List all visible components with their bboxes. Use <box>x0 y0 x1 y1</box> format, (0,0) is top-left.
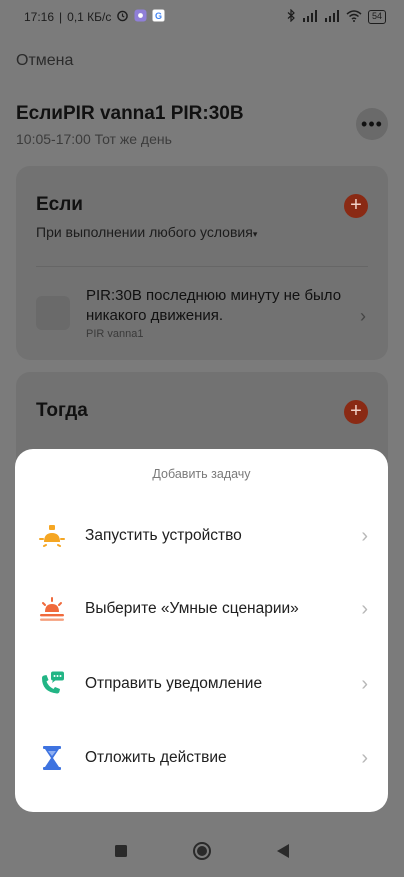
network-speed: 0,1 КБ/с <box>67 10 112 24</box>
app-notification-icon <box>134 9 147 25</box>
condition-device-text[interactable]: PIR:30B последнюю минуту не было никаког… <box>86 286 346 326</box>
wifi-icon <box>346 9 362 25</box>
back-icon[interactable] <box>276 843 290 864</box>
then-heading: Тогда <box>36 400 88 421</box>
bulb-icon <box>37 521 67 551</box>
alarm-icon <box>116 9 129 25</box>
condition-mode-label: При выполнении любого условия <box>36 224 253 240</box>
home-icon[interactable] <box>192 841 212 866</box>
sheet-item-label: Выберите «Умные сценарии» <box>85 600 299 617</box>
chevron-right-icon: › <box>361 672 368 695</box>
sheet-item-delay-action[interactable]: Отложить действие › <box>15 726 388 790</box>
status-bar: 17:16 | 0,1 КБ/с G 54 <box>0 0 404 34</box>
recents-icon[interactable] <box>114 844 128 863</box>
add-condition-button[interactable]: + <box>344 194 368 218</box>
signal-icon <box>324 9 340 25</box>
hourglass-icon <box>37 743 67 773</box>
google-icon: G <box>152 9 166 25</box>
condition-mode-dropdown[interactable]: При выполнении любого условия▾ <box>36 224 257 240</box>
sheet-item-label: Отправить уведомление <box>85 675 263 692</box>
signal-icon <box>302 9 318 25</box>
more-icon[interactable]: ••• <box>356 108 388 140</box>
chevron-right-icon: › <box>361 524 368 547</box>
scene-time-range: 10:05-17:00 Тот же день <box>16 131 172 147</box>
chevron-right-icon: › <box>361 597 368 620</box>
battery-indicator: 54 <box>367 10 386 24</box>
motion-sensor-icon <box>36 296 70 330</box>
bluetooth-icon <box>287 8 296 25</box>
sheet-item-label: Отложить действие <box>85 749 227 766</box>
sheet-item-label: Запустить устройство <box>85 527 242 544</box>
cancel-button[interactable]: Отмена <box>16 52 73 69</box>
sunrise-icon <box>37 594 67 624</box>
sheet-item-send-notification[interactable]: Отправить уведомление › <box>15 652 388 716</box>
condition-device-name: PIR vanna1 <box>86 328 144 340</box>
if-heading: Если <box>36 194 83 215</box>
chevron-right-icon[interactable]: › <box>360 306 366 327</box>
sheet-title: Добавить задачу <box>152 467 251 481</box>
scene-title: ЕслиPIR vanna1 PIR:30B <box>16 103 244 124</box>
scene-header: ЕслиPIR vanna1 PIR:30B 10:05-17:00 Тот ж… <box>16 103 388 147</box>
phone-message-icon <box>37 669 67 699</box>
add-task-sheet: Добавить задачу Запустить устройство › В… <box>15 449 388 812</box>
divider <box>36 266 368 267</box>
if-card: Если + При выполнении любого условия▾ PI… <box>16 166 388 360</box>
chevron-down-icon: ▾ <box>252 229 258 239</box>
sheet-item-start-device[interactable]: Запустить устройство › <box>15 504 388 568</box>
svg-text:G: G <box>155 11 162 21</box>
sheet-item-smart-scenarios[interactable]: Выберите «Умные сценарии» › <box>15 577 388 641</box>
system-navigation-bar <box>0 829 404 877</box>
add-action-button[interactable]: + <box>344 400 368 424</box>
chevron-right-icon: › <box>361 746 368 769</box>
status-time: 17:16 <box>24 10 55 24</box>
